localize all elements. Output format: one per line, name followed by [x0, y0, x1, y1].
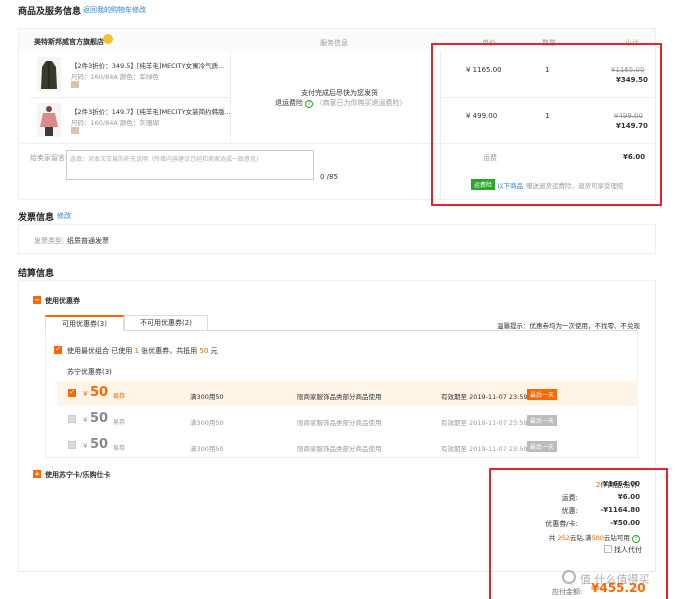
invoice-type-value: 纸质普通发票 [67, 237, 109, 245]
service-ship-note: 支付完成后尽快为您发货 [301, 89, 378, 97]
invoice-panel [18, 224, 656, 254]
settle-section-title: 结算信息 [18, 269, 55, 279]
message-input[interactable]: 选填：对本次交易的补充说明（所填内容建议已经和卖家达成一致意见） [66, 150, 314, 180]
coupon-amount: 50 [90, 385, 109, 400]
message-count: 0 /85 [320, 173, 338, 181]
store-badge-icon [103, 34, 113, 44]
best-combo-checkbox[interactable] [54, 345, 62, 354]
coupon-row[interactable]: ¥ 50 易券 满300用50 限商家服饰品类部分商品使用 有效期至 2019-… [57, 433, 638, 458]
best-combo-amount: 50 [199, 347, 209, 355]
collapse-coupon-icon[interactable]: − [33, 296, 41, 304]
best-combo-count: 1 [134, 347, 139, 355]
promo-icon [71, 81, 79, 88]
divider [30, 97, 230, 98]
tab-unusable-coupons[interactable]: 不可用优惠券(2) [124, 315, 208, 331]
coupon-scope: 限商家服饰品类部分商品使用 [297, 445, 382, 453]
coupon-last-day-tag: 最后一天 [527, 441, 558, 452]
coupon-last-day-tag: 最后一天 [527, 415, 558, 426]
coupon-row[interactable]: ¥ 50 易券 满300用50 限商家服饰品类部分商品使用 有效期至 2019-… [57, 381, 638, 406]
invoice-type-label: 发票类型: [34, 237, 65, 245]
coupon-currency: ¥ [83, 390, 88, 398]
message-label: 给卖家留言: [30, 154, 68, 162]
coupon-row[interactable]: ¥ 50 易券 满300用50 限商家服饰品类部分商品使用 有效期至 2019-… [57, 407, 638, 432]
best-combo-text: 使用最优组合 已使用 1 张优惠券，共抵用 50 元 [67, 346, 218, 356]
coupon-group-label: 苏宁优惠券(3) [67, 368, 112, 376]
divider [230, 51, 231, 143]
coupon-tip: 温馨提示：优惠券均为一次使用，不找零、不兑现 [497, 322, 640, 330]
coupon-cond: 满300用50 [190, 445, 224, 453]
return-insurance-label: 退运费险 [275, 99, 303, 107]
item-spec: 尺码：160/84A 颜色：灰珊瑚 [71, 119, 159, 127]
watermark: 值 什么值得买 [580, 573, 650, 586]
coupon-valid: 有效期至 2019-11-07 23:59 [441, 419, 528, 427]
expand-card-icon[interactable]: + [33, 470, 41, 478]
coupon-scope: 限商家服饰品类部分商品使用 [297, 393, 382, 401]
product-thumb-sweater[interactable] [37, 103, 61, 137]
coupon-kind: 易券 [113, 445, 126, 452]
invoice-edit-link[interactable]: 修改 [57, 211, 71, 221]
use-card-toggle[interactable]: 使用苏宁卡/乐购仕卡 [45, 470, 111, 480]
best-combo-mid: 张优惠券，共抵用 [141, 347, 198, 355]
item-name[interactable]: 【2件3折价：349.5】[纯羊毛]MECITY女寓冷气质... [71, 60, 224, 70]
invoice-section-title: 发票信息 [18, 213, 55, 223]
item-name[interactable]: 【2件3折价：149.7】[纯羊毛]MECITY女装简约韩版... [71, 106, 231, 116]
col-service: 服务信息 [320, 39, 348, 47]
coupon-last-day-tag: 最后一天 [527, 389, 558, 400]
help-icon[interactable]: ? [305, 100, 314, 108]
best-combo-suffix: 元 [210, 347, 218, 355]
coupon-currency: ¥ [83, 416, 88, 424]
coupon-kind: 易券 [113, 393, 126, 400]
store-name[interactable]: 美特斯邦威官方旗舰店 [34, 37, 104, 47]
product-thumb-coat[interactable] [37, 57, 61, 91]
coupon-amount: 50 [90, 411, 109, 426]
item-spec: 尺码：160/84A 颜色：军绿色 [71, 73, 159, 81]
coupon-amount: 50 [90, 437, 109, 452]
return-insurance-row: 退运费险 ? （商家已为你购买退运费险） [275, 98, 406, 108]
coupon-kind: 易券 [113, 419, 126, 426]
promo-icon [71, 127, 79, 134]
best-combo-prefix: 使用最优组合 已使用 [67, 347, 133, 355]
coupon-currency: ¥ [83, 442, 88, 450]
coupon-checkbox[interactable] [68, 388, 76, 397]
goods-section-title: 商品及服务信息 [18, 7, 82, 17]
back-to-cart-link[interactable]: 返回我的购物车修改 [83, 5, 146, 15]
coupon-scope: 限商家服饰品类部分商品使用 [297, 419, 382, 427]
coupon-valid: 有效期至 2019-11-07 23:59 [441, 393, 528, 401]
watermark-logo-icon [562, 570, 576, 584]
coupon-cond: 满300用50 [190, 419, 224, 427]
return-insurance-note: （商家已为你购买退运费险） [315, 99, 407, 107]
tab-usable-coupons[interactable]: 可用优惠券(3) [45, 315, 124, 331]
coupon-checkbox[interactable] [68, 415, 76, 423]
highlight-box [431, 43, 662, 206]
use-coupon-toggle[interactable]: 使用优惠券 [45, 296, 80, 306]
coupon-checkbox[interactable] [68, 441, 76, 449]
coupon-cond: 满300用50 [190, 393, 224, 401]
coupon-valid: 有效期至 2019-11-07 23:59 [441, 445, 528, 453]
